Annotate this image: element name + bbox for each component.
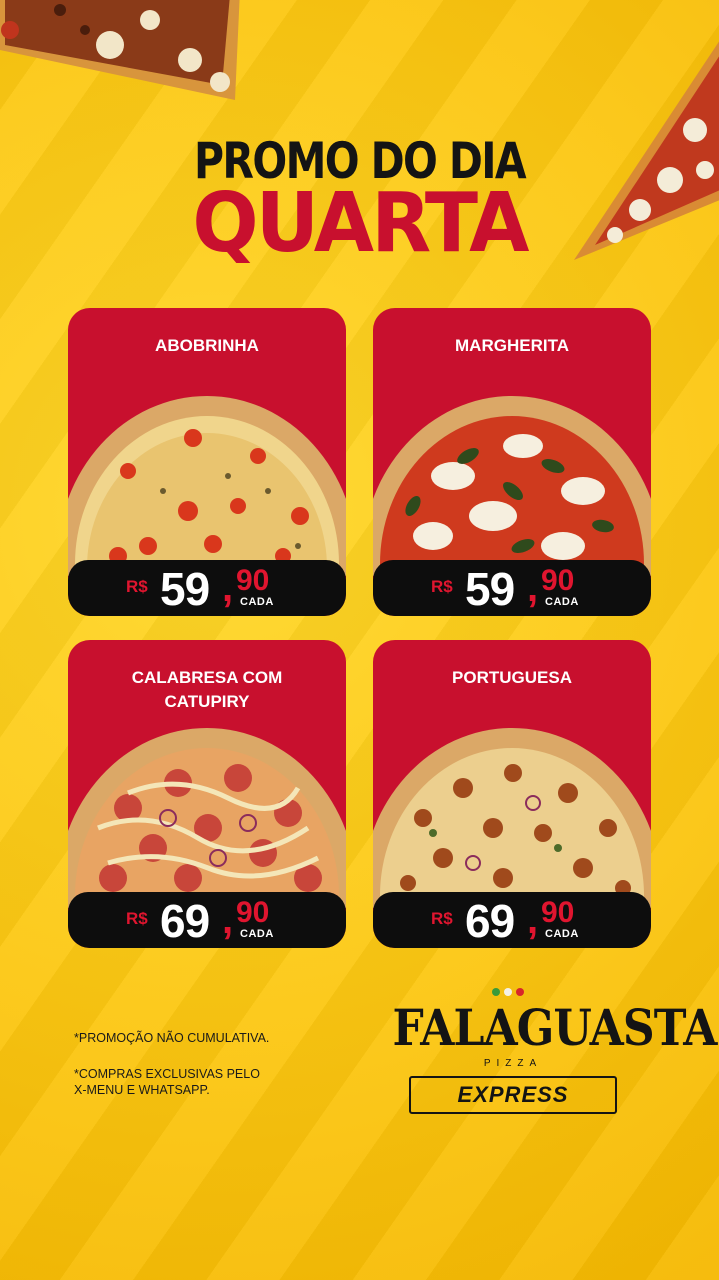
pizza-name: MARGHERITA <box>455 336 569 355</box>
pizza-image-abobrinha <box>68 396 346 576</box>
pizza-name: PORTUGUESA <box>452 668 572 687</box>
price-currency: R$ <box>126 577 148 596</box>
price-tag: R$ 59 , 90 CADA <box>68 560 346 616</box>
price-currency: R$ <box>126 909 148 928</box>
pizza-name: CALABRESA COM CATUPIRY <box>131 668 283 711</box>
price-integer: 59 <box>465 563 515 615</box>
price-decimal: 90 <box>541 564 575 597</box>
disclaimer-not-cumulative: *PROMOÇÃO NÃO CUMULATIVA. <box>74 1031 270 1045</box>
price-tag: R$ 69 , 90 CADA <box>373 892 651 948</box>
promo-poster: PROMO DO DIA QUARTA ABOBRINHA R$ 59 , 90… <box>0 0 719 1280</box>
price-decimal: 90 <box>236 564 270 597</box>
pizza-image-portuguesa <box>373 728 651 908</box>
pizza-image-margherita <box>373 396 651 576</box>
logo-name: FALAGUASTA <box>392 998 717 1057</box>
pizza-card-abobrinha[interactable]: ABOBRINHA R$ 59 , 90 CADA <box>68 308 346 616</box>
pizza-image-calabresa <box>68 728 346 908</box>
pizza-card-margherita[interactable]: MARGHERITA R$ 59 , 90 CADA <box>373 308 651 616</box>
price-comma: , <box>527 898 539 942</box>
logo-subtitle: PIZZA <box>483 1058 543 1069</box>
price-decimal: 90 <box>236 896 270 929</box>
disclaimer-exclusive-line1: *COMPRAS EXCLUSIVAS PELO <box>74 1067 260 1081</box>
logo-express: EXPRESS <box>457 1082 569 1107</box>
price-comma: , <box>222 566 234 610</box>
price-currency: R$ <box>431 909 453 928</box>
pizza-slice-top-left <box>0 0 240 100</box>
price-tag: R$ 59 , 90 CADA <box>373 560 651 616</box>
price-comma: , <box>527 566 539 610</box>
price-integer: 69 <box>160 895 210 947</box>
price-currency: R$ <box>431 577 453 596</box>
price-unit: CADA <box>240 596 274 608</box>
price-integer: 59 <box>160 563 210 615</box>
logo-dots-icon <box>492 988 532 998</box>
pizza-card-portuguesa[interactable]: PORTUGUESA R$ 69 , 90 CADA <box>373 640 651 948</box>
pizza-card-calabresa[interactable]: CALABRESA COM CATUPIRY R$ 69 , 90 CADA <box>68 640 346 948</box>
price-decimal: 90 <box>541 896 575 929</box>
price-integer: 69 <box>465 895 515 947</box>
brand-logo: FALAGUASTA PIZZA EXPRESS <box>376 986 717 1116</box>
price-tag: R$ 69 , 90 CADA <box>68 892 346 948</box>
disclaimer-exclusive-line2: X-MENU E WHATSAPP. <box>74 1083 210 1097</box>
price-unit: CADA <box>545 928 579 940</box>
price-unit: CADA <box>545 596 579 608</box>
promo-day: QUARTA <box>192 176 529 271</box>
pizza-name: ABOBRINHA <box>155 336 259 355</box>
price-comma: , <box>222 898 234 942</box>
logo-express-badge: EXPRESS <box>409 1076 617 1114</box>
price-unit: CADA <box>240 928 274 940</box>
